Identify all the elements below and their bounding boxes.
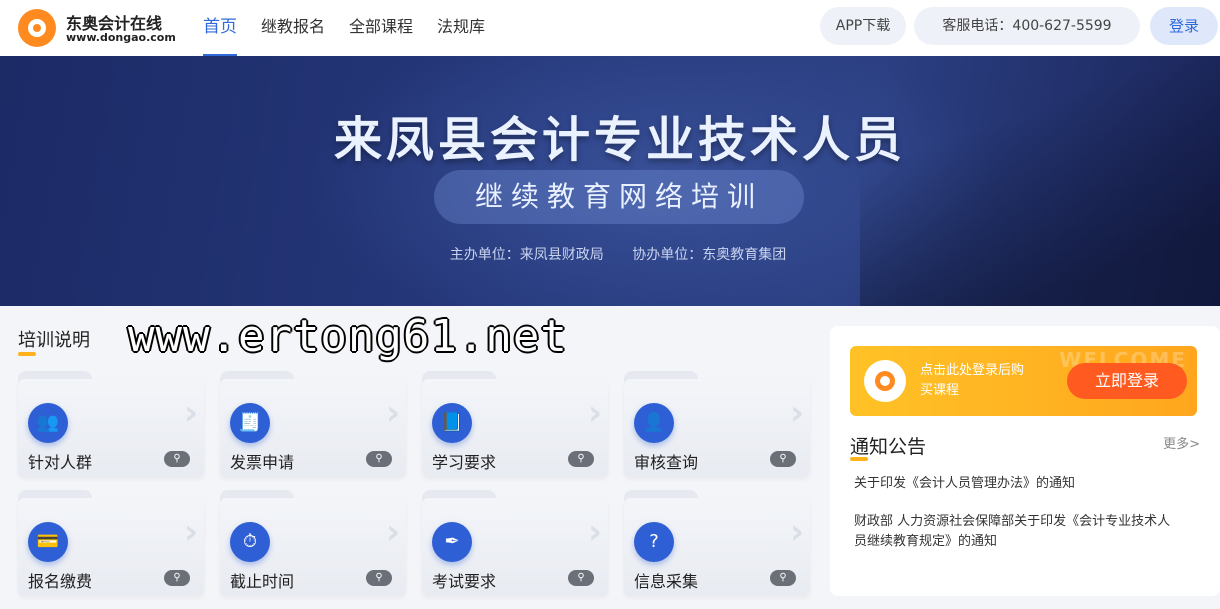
card-decoration: › bbox=[789, 512, 804, 552]
card-label: 发票申请 bbox=[230, 453, 295, 472]
card-label: 针对人群 bbox=[28, 453, 93, 472]
card-body: › 💳 报名缴费 ⚲ bbox=[18, 498, 204, 596]
training-card[interactable]: › 📘 学习要求 ⚲ bbox=[422, 371, 608, 477]
card-label: 报名缴费 bbox=[28, 572, 93, 591]
card-decoration: › bbox=[587, 393, 602, 433]
card-label: 学习要求 bbox=[432, 453, 497, 472]
notice-title-underline bbox=[850, 457, 868, 461]
wallet-icon: 💳 bbox=[28, 522, 68, 562]
card-decoration: › bbox=[183, 393, 198, 433]
training-card[interactable]: › 👥 针对人群 ⚲ bbox=[18, 371, 204, 477]
nav-regulations[interactable]: 法规库 bbox=[437, 0, 485, 56]
clipboard-icon: ? bbox=[634, 522, 674, 562]
watermark-text: www.ertong61.net bbox=[128, 311, 568, 362]
card-body: › ✒ 考试要求 ⚲ bbox=[422, 498, 608, 596]
login-promo-banner[interactable]: WELCOME 点击此处登录后购买课程 立即登录 bbox=[850, 346, 1197, 416]
training-card[interactable]: › 💳 报名缴费 ⚲ bbox=[18, 490, 204, 596]
training-title-underline bbox=[18, 352, 36, 356]
training-card[interactable]: › ✒ 考试要求 ⚲ bbox=[422, 490, 608, 596]
card-body: › 👥 针对人群 ⚲ bbox=[18, 379, 204, 477]
card-body: › 👤 审核查询 ⚲ bbox=[624, 379, 810, 477]
search-icon[interactable]: ⚲ bbox=[164, 451, 190, 467]
service-phone: 客服电话：400-627-5599 bbox=[914, 7, 1140, 45]
card-label: 截止时间 bbox=[230, 572, 295, 591]
sidebar-panel: WELCOME 点击此处登录后购买课程 立即登录 通知公告 更多> 关于印发《会… bbox=[830, 326, 1220, 596]
training-card[interactable]: › 🧾 发票申请 ⚲ bbox=[220, 371, 406, 477]
card-decoration: › bbox=[789, 393, 804, 433]
notice-more-link[interactable]: 更多> bbox=[1163, 433, 1200, 452]
banner-title: 来凤县会计专业技术人员 bbox=[333, 112, 906, 168]
card-label: 信息采集 bbox=[634, 572, 699, 591]
card-body: › ⏱ 截止时间 ⚲ bbox=[220, 498, 406, 596]
card-decoration: › bbox=[183, 512, 198, 552]
banner-organizers: 主办单位：来凤县财政局 协办单位：东奥教育集团 bbox=[0, 244, 1220, 264]
search-icon[interactable]: ⚲ bbox=[366, 451, 392, 467]
card-body: › 📘 学习要求 ⚲ bbox=[422, 379, 608, 477]
pen-icon: ✒ bbox=[432, 522, 472, 562]
stopwatch-icon: ⏱ bbox=[230, 522, 270, 562]
login-now-button[interactable]: 立即登录 bbox=[1067, 363, 1187, 399]
search-icon[interactable]: ⚲ bbox=[770, 570, 796, 586]
notice-title: 通知公告 bbox=[850, 436, 927, 458]
card-decoration: › bbox=[587, 512, 602, 552]
login-button[interactable]: 登录 bbox=[1150, 7, 1218, 45]
nav-all-courses[interactable]: 全部课程 bbox=[349, 0, 413, 56]
logo-url: www.dongao.com bbox=[66, 31, 176, 44]
invoice-icon: 🧾 bbox=[230, 403, 270, 443]
banner-host: 主办单位：来凤县财政局 bbox=[449, 247, 604, 263]
person-icon: 👤 bbox=[634, 403, 674, 443]
brand-logo-icon bbox=[864, 360, 906, 402]
banner-subtitle-pill: 继续教育网络培训 bbox=[434, 170, 804, 224]
people-icon: 👥 bbox=[28, 403, 68, 443]
top-nav-bar: 东奥会计在线 www.dongao.com 首页 继教报名 全部课程 法规库 A… bbox=[0, 0, 1220, 56]
nav-registration[interactable]: 继教报名 bbox=[261, 0, 325, 56]
card-label: 考试要求 bbox=[432, 572, 497, 591]
logo-mark-icon bbox=[18, 9, 56, 47]
banner-subtitle: 继续教育网络培训 bbox=[474, 180, 763, 213]
notice-item[interactable]: 财政部 人力资源社会保障部关于印发《会计专业技术人员继续教育规定》的通知 bbox=[854, 512, 1174, 552]
training-card[interactable]: › ⏱ 截止时间 ⚲ bbox=[220, 490, 406, 596]
card-decoration: › bbox=[385, 393, 400, 433]
search-icon[interactable]: ⚲ bbox=[366, 570, 392, 586]
card-label: 审核查询 bbox=[634, 453, 699, 472]
main-nav: 首页 继教报名 全部课程 法规库 bbox=[203, 0, 485, 56]
search-icon[interactable]: ⚲ bbox=[770, 451, 796, 467]
card-body: ›? 信息采集 ⚲ bbox=[624, 498, 810, 596]
nav-home[interactable]: 首页 bbox=[203, 0, 237, 56]
training-card[interactable]: ›? 信息采集 ⚲ bbox=[624, 490, 810, 596]
notice-item[interactable]: 关于印发《会计人员管理办法》的通知 bbox=[854, 474, 1174, 494]
book-icon: 📘 bbox=[432, 403, 472, 443]
training-section-title: 培训说明 bbox=[18, 330, 90, 351]
banner-mountain-shade bbox=[860, 56, 1220, 306]
search-icon[interactable]: ⚲ bbox=[568, 451, 594, 467]
banner-cohost: 协办单位：东奥教育集团 bbox=[632, 247, 787, 263]
card-decoration: › bbox=[385, 512, 400, 552]
hero-banner: 来凤县会计专业技术人员 继续教育网络培训 主办单位：来凤县财政局 协办单位：东奥… bbox=[0, 56, 1220, 306]
login-prompt-text: 点击此处登录后购买课程 bbox=[920, 363, 1025, 398]
app-download-button[interactable]: APP下载 bbox=[820, 7, 906, 45]
search-icon[interactable]: ⚲ bbox=[568, 570, 594, 586]
training-card[interactable]: › 👤 审核查询 ⚲ bbox=[624, 371, 810, 477]
card-body: › 🧾 发票申请 ⚲ bbox=[220, 379, 406, 477]
search-icon[interactable]: ⚲ bbox=[164, 570, 190, 586]
